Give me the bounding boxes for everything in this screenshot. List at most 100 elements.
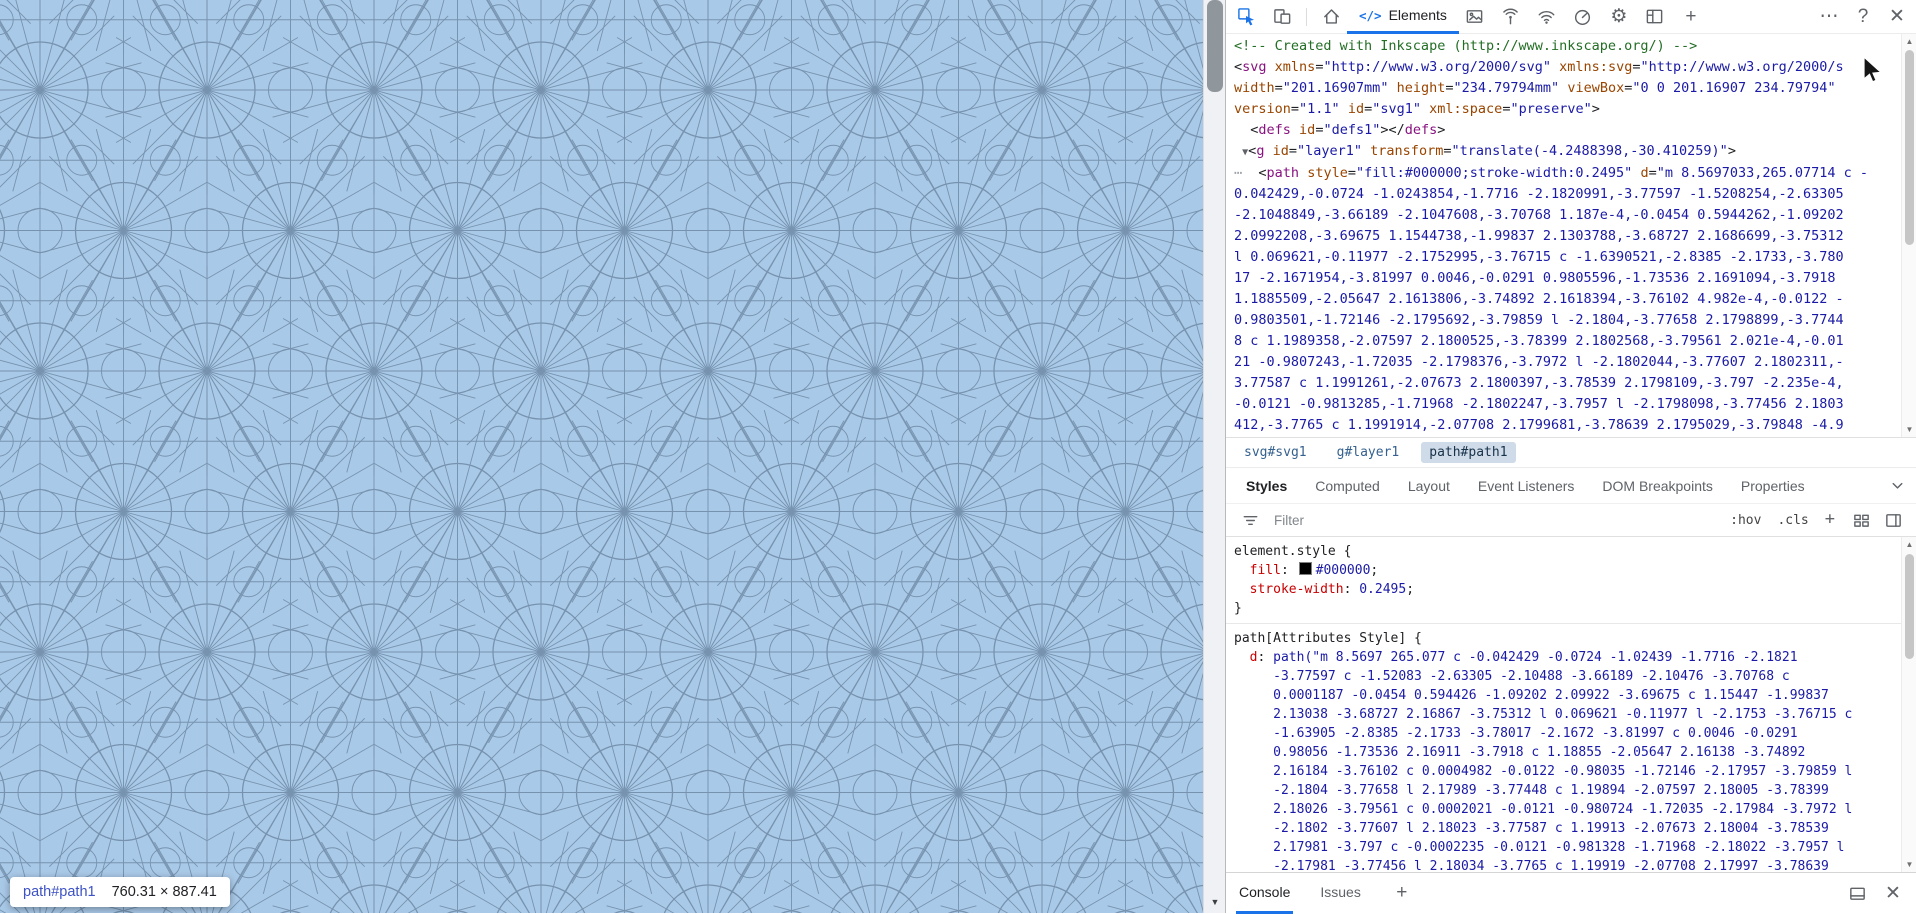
styles-scrollbar[interactable]: ▲ ▼ bbox=[1901, 537, 1916, 872]
style-line[interactable]: -2.17981 -3.77456 l 2.18034 -3.7765 c 1.… bbox=[1234, 857, 1901, 872]
style-line[interactable]: -1.63905 -2.8385 -2.1733 -3.78017 -2.167… bbox=[1234, 724, 1901, 743]
dom-tree-line[interactable]: <svg xmlns="http://www.w3.org/2000/svg" … bbox=[1234, 57, 1901, 78]
breadcrumb-item-svg-svg1[interactable]: svg#svg1 bbox=[1236, 442, 1315, 463]
dom-tree-line[interactable]: -0.0121 -0.9813285,-1.71968 -2.1802247,-… bbox=[1234, 394, 1901, 415]
filter-icon[interactable] bbox=[1236, 506, 1264, 534]
style-line[interactable]: path[Attributes Style] { bbox=[1234, 629, 1901, 648]
page-viewport[interactable]: path#path1 760.31 × 887.41 bbox=[0, 0, 1203, 913]
layout-icon[interactable] bbox=[1641, 3, 1669, 31]
pane-tab-properties[interactable]: Properties bbox=[1737, 468, 1809, 504]
add-tool-icon[interactable]: + bbox=[1677, 3, 1705, 31]
pane-tab-dom-breakpoints[interactable]: DOM Breakpoints bbox=[1598, 468, 1716, 504]
style-line[interactable]: stroke-width: 0.2495; bbox=[1234, 580, 1901, 599]
settings-gear-icon[interactable]: ⚙ bbox=[1605, 3, 1633, 31]
scroll-down-arrow[interactable]: ▼ bbox=[1902, 857, 1916, 872]
dom-tree-line[interactable]: <!-- Created with Inkscape (http://www.i… bbox=[1234, 36, 1901, 57]
pane-tab-computed[interactable]: Computed bbox=[1311, 468, 1384, 504]
dom-tree-line[interactable]: 21 -0.9807243,-1.72035 -2.1798376,-3.797… bbox=[1234, 352, 1901, 373]
dom-tree-line[interactable]: ⋯ <path style="fill:#000000;stroke-width… bbox=[1234, 163, 1901, 184]
style-line[interactable]: 0.98056 -1.73536 2.16911 -3.7918 c 1.188… bbox=[1234, 743, 1901, 762]
console-tab-issues[interactable]: Issues bbox=[1317, 873, 1363, 914]
pane-tabs-overflow bbox=[1883, 472, 1911, 500]
dom-tree-line[interactable]: 412,-3.7765 c 1.1991914,-2.07708 2.17996… bbox=[1234, 415, 1901, 436]
style-line[interactable]: } bbox=[1234, 599, 1901, 618]
sidebar-icon[interactable] bbox=[1879, 506, 1907, 534]
dom-tree-scrollbar[interactable]: ▲ ▼ bbox=[1901, 34, 1916, 437]
dom-tree-line[interactable]: 17 -2.1671954,-3.81997 0.0046,-0.0291 0.… bbox=[1234, 268, 1901, 289]
dom-tree-line[interactable]: 0.042429,-0.0724 -1.0243854,-1.7716 -2.1… bbox=[1234, 184, 1901, 205]
add-pane-icon[interactable]: + bbox=[1388, 879, 1416, 907]
styles-scrollbar-thumb[interactable] bbox=[1905, 554, 1914, 659]
home-icon[interactable] bbox=[1317, 3, 1345, 31]
more-options-icon[interactable]: ⋯ bbox=[1815, 3, 1843, 31]
console-tab-list: Console Issues bbox=[1236, 873, 1388, 914]
dom-tree-line[interactable]: width="201.16907mm" height="234.79794mm"… bbox=[1234, 78, 1901, 99]
style-line[interactable]: element.style { bbox=[1234, 542, 1901, 561]
inspect-icon[interactable] bbox=[1232, 3, 1260, 31]
page-scrollbar-down-arrow[interactable]: ▼ bbox=[1204, 893, 1226, 911]
console-drawer-bar: Console Issues + ✕ bbox=[1226, 872, 1916, 914]
devtools-toolbar: </> Elements ⚙ + ⋯? ✕ bbox=[1226, 0, 1916, 34]
style-line[interactable]: 0.0001187 -0.0454 0.594426 -1.09202 2.09… bbox=[1234, 686, 1901, 705]
dom-tree-line[interactable]: 0.9803501,-1.72146 -2.1795692,-3.79859 l… bbox=[1234, 310, 1901, 331]
styles-filter-input[interactable] bbox=[1272, 511, 1719, 529]
close-drawer-icon[interactable]: ✕ bbox=[1879, 879, 1907, 907]
styles-filter-bar: :hov .cls + bbox=[1226, 503, 1916, 537]
dom-scrollbar-thumb[interactable] bbox=[1905, 50, 1914, 245]
chevron-down-icon[interactable] bbox=[1883, 472, 1911, 500]
page-scrollbar-thumb[interactable] bbox=[1207, 0, 1223, 92]
dom-tree-line[interactable]: 8 c 1.1989358,-2.07597 2.1800525,-3.7839… bbox=[1234, 331, 1901, 352]
style-line[interactable]: 2.17981 -3.797 c -0.0002235 -0.0121 -0.9… bbox=[1234, 838, 1901, 857]
style-rule: element.style { fill: #000000; stroke-wi… bbox=[1226, 537, 1901, 624]
performance-icon[interactable] bbox=[1569, 3, 1597, 31]
tab-elements-label: Elements bbox=[1388, 7, 1447, 23]
breadcrumb-item-g-layer1[interactable]: g#layer1 bbox=[1329, 442, 1408, 463]
pseudo-state-toggle[interactable]: :hov bbox=[1726, 511, 1765, 530]
dock-icon[interactable] bbox=[1843, 879, 1871, 907]
style-line[interactable]: -2.1802 -3.77607 l 2.18023 -3.77587 c 1.… bbox=[1234, 819, 1901, 838]
style-line[interactable]: fill: #000000; bbox=[1234, 561, 1901, 580]
scroll-up-arrow[interactable]: ▲ bbox=[1902, 34, 1916, 49]
style-line[interactable]: -2.1804 -3.77658 l 2.17989 -3.77448 c 1.… bbox=[1234, 781, 1901, 800]
device-toolbar-icon[interactable] bbox=[1268, 3, 1296, 31]
dom-tree-line[interactable]: -2.1048849,-3.66189 -2.1047608,-3.70768 … bbox=[1234, 205, 1901, 226]
pane-tab-layout[interactable]: Layout bbox=[1404, 468, 1454, 504]
dom-tree-line[interactable]: 3.77587 c 1.1991261,-2.07673 2.1800397,-… bbox=[1234, 373, 1901, 394]
toolbar-tool-icons: ⚙ + bbox=[1461, 3, 1705, 31]
new-style-rule-button[interactable]: + bbox=[1821, 509, 1839, 531]
styles-pane: element.style { fill: #000000; stroke-wi… bbox=[1226, 537, 1901, 872]
class-toggle[interactable]: .cls bbox=[1773, 511, 1812, 530]
style-line[interactable]: 2.13038 -3.68727 2.16867 -3.75312 l 0.06… bbox=[1234, 705, 1901, 724]
media-icon[interactable] bbox=[1461, 3, 1489, 31]
dom-tree-line[interactable]: version="1.1" id="svg1" xml:space="prese… bbox=[1234, 99, 1901, 120]
scroll-down-arrow[interactable]: ▼ bbox=[1902, 422, 1916, 437]
pane-tab-event-listeners[interactable]: Event Listeners bbox=[1474, 468, 1579, 504]
help-icon[interactable]: ? bbox=[1849, 3, 1877, 31]
toolbar-home-slot bbox=[1317, 3, 1345, 31]
dom-tree-line[interactable]: 2.0992208,-3.69675 1.1544738,-1.99837 2.… bbox=[1234, 226, 1901, 247]
console-tab-console[interactable]: Console bbox=[1236, 873, 1294, 914]
style-line[interactable]: 2.18026 -3.79561 c 0.0002021 -0.0121 -0.… bbox=[1234, 800, 1901, 819]
dom-tree-line[interactable]: l 0.069621,-0.11977 -2.1752995,-3.76715 … bbox=[1234, 247, 1901, 268]
style-line[interactable]: -3.77597 c -1.52083 -2.63305 -2.10488 -3… bbox=[1234, 667, 1901, 686]
dom-tree-line[interactable]: ▼<g id="layer1" transform="translate(-4.… bbox=[1234, 141, 1901, 163]
color-swatch[interactable] bbox=[1298, 562, 1312, 575]
style-line[interactable]: d: path("m 8.5697 265.077 c -0.042429 -0… bbox=[1234, 648, 1901, 667]
close-devtools-icon[interactable]: ✕ bbox=[1883, 3, 1911, 31]
tab-elements[interactable]: </> Elements bbox=[1347, 0, 1459, 34]
toolbar-left-icons bbox=[1232, 3, 1296, 31]
svg-pattern-canvas[interactable] bbox=[0, 0, 1203, 913]
scroll-up-arrow[interactable]: ▲ bbox=[1902, 537, 1916, 552]
wifi-icon[interactable] bbox=[1533, 3, 1561, 31]
network-conditions-icon[interactable] bbox=[1497, 3, 1525, 31]
style-line[interactable]: 2.16184 -3.76102 c 0.0004982 -0.0122 -0.… bbox=[1234, 762, 1901, 781]
pane-tab-styles[interactable]: Styles bbox=[1242, 468, 1291, 504]
filter-icon-slot bbox=[1236, 506, 1264, 534]
breadcrumb-item-path-path1[interactable]: path#path1 bbox=[1421, 442, 1516, 463]
dom-tree-line[interactable]: <defs id="defs1"></defs> bbox=[1234, 120, 1901, 141]
toolbar-window-icons: ⋯? ✕ bbox=[1815, 3, 1911, 31]
grid-icon[interactable] bbox=[1847, 506, 1875, 534]
dom-tree-line[interactable]: 1.1885509,-2.05647 2.1613806,-3.74892 2.… bbox=[1234, 289, 1901, 310]
page-scrollbar[interactable]: ▼ bbox=[1203, 0, 1226, 913]
toolbar-divider bbox=[1306, 7, 1307, 26]
